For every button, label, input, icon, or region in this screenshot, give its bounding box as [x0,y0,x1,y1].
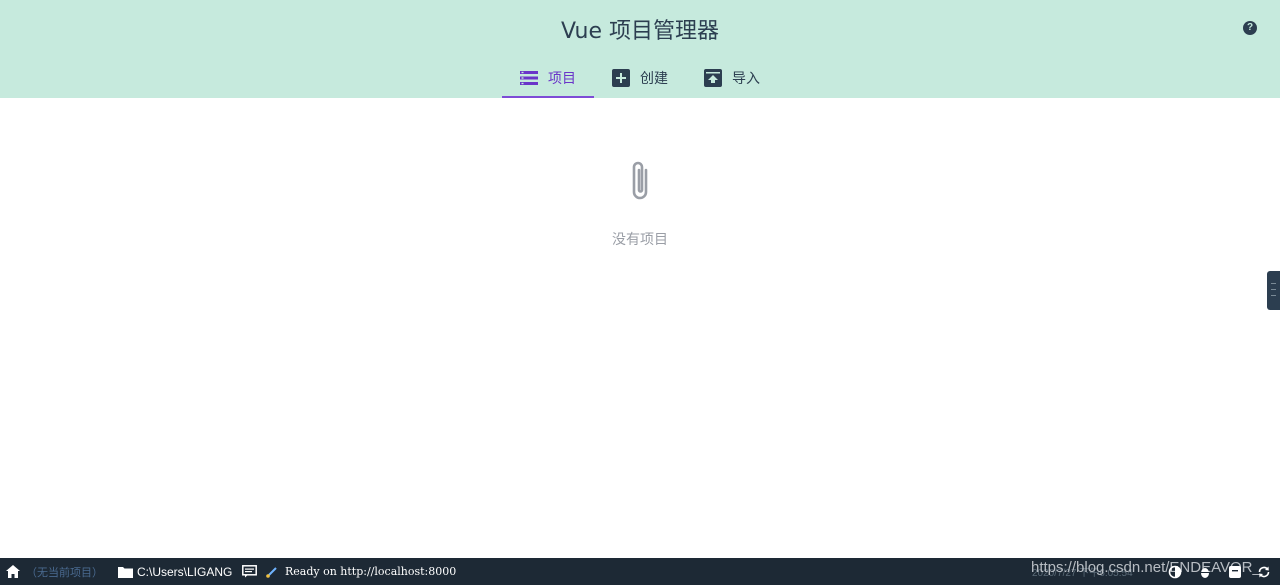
current-project[interactable]: （无当前项目） [26,558,103,585]
status-bar: （无当前项目） C:\Users\LIGANG Ready on http://… [0,558,1280,585]
tab-label: 导入 [732,71,760,87]
side-panel-handle[interactable] [1267,271,1280,310]
home-icon [6,565,20,578]
bug-icon[interactable] [1198,565,1212,579]
list-icon [520,71,538,85]
tab-projects[interactable]: 项目 [502,58,594,98]
translate-icon[interactable] [1228,565,1242,579]
app-header: Vue 项目管理器 ? 项目 创建 导入 [0,0,1280,98]
tab-label: 创建 [640,71,668,87]
dark-mode-icon[interactable] [1168,565,1182,579]
watermark: https://blog.csdn.net/ENDEAVOR_ [1031,559,1261,576]
log-button[interactable] [242,558,257,585]
paperclip-icon [632,161,648,200]
brush-icon [266,558,278,585]
add-box-icon [612,69,630,87]
refresh-icon[interactable] [1257,565,1271,579]
empty-state: 没有项目 [0,158,1280,249]
log-last-message: Ready on http://localhost:8000 [285,565,457,578]
home-button[interactable] [6,558,22,585]
log-icon [242,565,257,578]
tab-create[interactable]: 创建 [594,58,686,98]
tab-label: 项目 [548,71,576,87]
folder-button[interactable] [118,558,133,585]
unarchive-icon [704,69,722,87]
help-button[interactable]: ? [1243,21,1257,35]
app-title: Vue 项目管理器 [560,19,720,44]
empty-state-text: 没有项目 [612,232,668,248]
tab-import[interactable]: 导入 [686,58,778,98]
current-path[interactable]: C:\Users\LIGANG [137,558,232,585]
folder-icon [118,566,133,578]
tab-bar: 项目 创建 导入 [502,58,778,98]
